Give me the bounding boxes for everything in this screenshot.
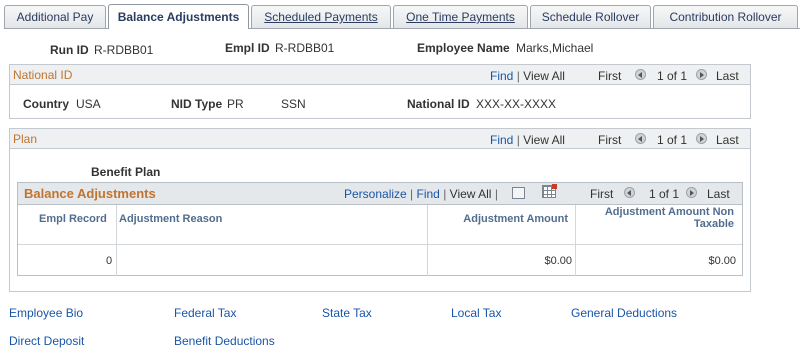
tab-label: Contribution Rollover [669,10,782,24]
column-header-empl-record[interactable]: Empl Record [39,213,107,225]
tab-label: Scheduled Payments [264,10,378,24]
grid-header: Balance Adjustments Personalize | Find |… [18,183,742,205]
find-link[interactable]: Find [417,187,440,201]
run-id-value: R-RDBB01 [94,43,154,57]
row-range: 1 of 1 [657,69,688,83]
first-link[interactable]: First [598,133,621,147]
spreadsheet-icon[interactable] [542,184,557,199]
cell-adjustment-amount-non-taxable: $0.00 [708,255,736,267]
first-link[interactable]: First [590,187,613,201]
column-header-adjustment-reason[interactable]: Adjustment Reason [119,213,222,225]
grid-title: Balance Adjustments [24,186,156,201]
tab-schedule-rollover[interactable]: Schedule Rollover [530,5,651,28]
link-state-tax[interactable]: State Tax [322,306,372,320]
country-value: USA [76,97,101,111]
separator: | [410,187,414,201]
prev-row-icon[interactable] [624,186,635,200]
cell-empl-record: 0 [106,255,113,267]
row-divider [18,244,742,245]
next-row-icon[interactable] [696,68,707,82]
tab-bar: Additional Pay Balance Adjustments Sched… [4,4,800,29]
plan-section: Plan Find | View All First 1 of 1 Last B… [9,128,751,292]
empl-id-value: R-RDBB01 [275,41,335,55]
link-local-tax[interactable]: Local Tax [451,306,501,320]
national-id-header: National ID Find | View All First 1 of 1… [10,65,750,85]
employee-name-value: Marks,Michael [516,41,594,55]
row-range: 1 of 1 [657,133,688,147]
nid-type-value: PR [227,97,244,111]
nid-type-label: NID Type [171,97,223,111]
view-all-link[interactable]: View All [523,133,565,147]
header-line-1: Adjustment Amount Non [604,206,734,218]
header-line-2: Taxable [693,218,734,230]
separator: | [494,187,498,201]
nid-type-desc: SSN [281,97,306,111]
tab-label: One Time Payments [406,10,515,24]
empl-id-label: Empl ID [225,41,270,55]
row-range: 1 of 1 [649,187,680,201]
last-link[interactable]: Last [716,69,739,83]
plan-nav: Find | View All [490,133,565,147]
next-row-icon[interactable] [686,186,697,200]
tab-scheduled-payments[interactable]: Scheduled Payments [251,5,391,28]
tab-balance-adjustments[interactable]: Balance Adjustments [108,4,249,29]
national-id-label: National ID [407,97,470,111]
tab-label: Balance Adjustments [117,10,240,24]
view-all-link[interactable]: View All [450,187,492,201]
last-link[interactable]: Last [716,133,739,147]
tab-contribution-rollover[interactable]: Contribution Rollover [653,5,798,28]
plan-title: Plan [13,132,38,146]
new-window-icon[interactable] [512,186,525,200]
national-id-value: XXX-XX-XXXX [476,97,557,111]
cell-adjustment-amount: $0.00 [544,255,572,267]
prev-row-icon[interactable] [635,68,646,82]
column-header-adjustment-amount-non-taxable[interactable]: Adjustment Amount Non Taxable [605,206,734,230]
column-header-adjustment-amount[interactable]: Adjustment Amount [463,213,568,225]
tab-additional-pay[interactable]: Additional Pay [4,5,106,28]
first-link[interactable]: First [598,69,621,83]
view-all-link[interactable]: View All [523,69,565,83]
country-label: Country [23,97,69,111]
balance-adjustments-grid: Balance Adjustments Personalize | Find |… [17,182,743,276]
national-id-section: National ID Find | View All First 1 of 1… [9,64,751,119]
national-id-nav: Find | View All [490,69,565,83]
separator: | [443,187,447,201]
link-general-deductions[interactable]: General Deductions [571,306,677,320]
link-federal-tax[interactable]: Federal Tax [174,306,236,320]
link-direct-deposit[interactable]: Direct Deposit [9,334,84,348]
run-id-label: Run ID [50,43,89,57]
employee-name-label: Employee Name [417,41,510,55]
tab-one-time-payments[interactable]: One Time Payments [393,5,528,28]
find-link[interactable]: Find [490,69,513,83]
last-link[interactable]: Last [707,187,730,201]
grid-nav: Personalize | Find | View All | [344,187,498,201]
personalize-link[interactable]: Personalize [344,187,407,201]
tab-label: Additional Pay [16,10,94,24]
link-employee-bio[interactable]: Employee Bio [9,306,83,320]
prev-row-icon[interactable] [635,132,646,146]
find-link[interactable]: Find [490,133,513,147]
benefit-plan-label: Benefit Plan [91,165,161,179]
national-id-title: National ID [13,68,73,82]
separator: | [516,69,520,83]
plan-header: Plan Find | View All First 1 of 1 Last [10,129,750,149]
tab-label: Schedule Rollover [541,10,640,24]
separator: | [516,133,520,147]
next-row-icon[interactable] [696,132,707,146]
link-benefit-deductions[interactable]: Benefit Deductions [174,334,275,348]
